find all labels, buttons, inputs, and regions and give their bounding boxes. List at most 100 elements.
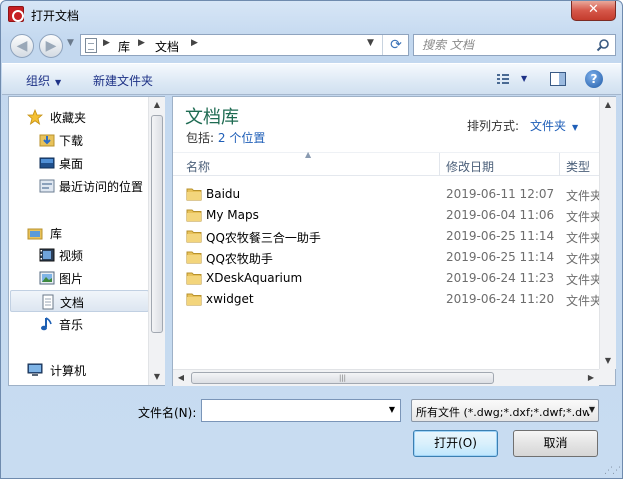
sidebar-item-label: 最近访问的位置 (59, 180, 144, 194)
scrollbar-corner (599, 369, 615, 385)
scroll-down-icon[interactable]: ▼ (149, 369, 165, 385)
scroll-left-icon[interactable]: ◀ (173, 370, 189, 386)
sidebar-item-label: 库 (50, 227, 63, 241)
file-row[interactable]: xwidget 2019-06-24 11:20 文件夹 (173, 289, 602, 310)
scroll-up-icon[interactable]: ▲ (149, 97, 165, 113)
navigation-pane: 收藏夹 下载 桌面 最近访问的位置 库 视频 图片 文档 音乐 计算机 ▲ ▼ (8, 96, 165, 386)
includes-locations-link[interactable]: 2 个位置 (218, 131, 265, 145)
column-divider[interactable] (439, 153, 440, 176)
sidebar-item-libraries[interactable]: 库 (9, 222, 148, 244)
file-name: My Maps (206, 208, 259, 222)
scrollbar-thumb[interactable]: ||| (191, 372, 494, 384)
view-options-dropdown[interactable]: ▼ (521, 74, 527, 83)
folder-icon (186, 188, 202, 201)
file-name: QQ农牧餐三合一助手 (206, 231, 321, 245)
sidebar-item-recent-places[interactable]: 最近访问的位置 (9, 175, 148, 197)
navigation-scrollbar[interactable]: ▲ ▼ (148, 97, 165, 385)
close-button[interactable]: ✕ (571, 1, 616, 21)
sidebar-item-label: 文档 (60, 296, 85, 310)
back-button[interactable]: ◀ (10, 34, 34, 58)
arrange-by-value: 文件夹 (530, 119, 567, 133)
scroll-right-icon[interactable]: ▶ (583, 370, 599, 386)
file-type: 文件夹 (566, 252, 603, 266)
video-icon (39, 248, 55, 262)
command-toolbar: 组织 ▼ 新建文件夹 ▼ ? (2, 63, 621, 95)
folder-icon (186, 272, 202, 285)
scroll-up-icon[interactable]: ▲ (600, 97, 616, 113)
file-date: 2019-06-24 11:20 (446, 292, 555, 306)
breadcrumb-separator[interactable]: ▶ (103, 38, 110, 48)
column-header-name[interactable]: 名称 (186, 158, 210, 175)
file-date: 2019-06-25 11:14 (446, 250, 555, 264)
sidebar-item-videos[interactable]: 视频 (9, 244, 148, 266)
documents-icon (42, 294, 54, 310)
file-name: Baidu (206, 187, 241, 201)
file-row[interactable]: Baidu 2019-06-11 12:07 文件夹 (173, 184, 602, 205)
scrollbar-thumb[interactable] (151, 115, 163, 333)
sidebar-item-label: 图片 (59, 272, 84, 286)
change-view-icon[interactable] (496, 72, 510, 86)
column-header-row: ▲ 名称 修改日期 类型 (173, 150, 599, 176)
sidebar-item-label: 桌面 (59, 157, 84, 171)
search-input[interactable] (422, 37, 592, 53)
file-row[interactable]: My Maps 2019-06-04 11:06 文件夹 (173, 205, 602, 226)
preview-pane-icon[interactable] (550, 72, 566, 86)
sidebar-item-documents[interactable]: 文档 (10, 290, 149, 312)
file-list-vertical-scrollbar[interactable]: ▲ ▼ (599, 97, 616, 369)
address-bar[interactable]: ▶ 库 ▶ 文档 ▶ ▼ ⟳ (80, 34, 409, 56)
sidebar-item-favorites[interactable]: 收藏夹 (9, 106, 148, 128)
scroll-down-icon[interactable]: ▼ (600, 353, 616, 369)
breadcrumb-library[interactable]: 库 (118, 38, 130, 55)
folder-icon (186, 293, 202, 306)
file-type-filter-select[interactable]: 所有文件 (*.dwg;*.dxf;*.dwf;*.dwt) ▼ (411, 399, 599, 422)
sidebar-item-label: 音乐 (59, 318, 84, 332)
search-icon[interactable] (596, 38, 610, 52)
breadcrumb-separator[interactable]: ▶ (138, 38, 145, 48)
filename-combobox[interactable]: ▼ (201, 399, 401, 422)
sidebar-item-downloads[interactable]: 下载 (9, 129, 148, 151)
cancel-button[interactable]: 取消 (513, 430, 598, 457)
open-button[interactable]: 打开(O) (413, 430, 498, 457)
file-type-filter-value: 所有文件 (*.dwg;*.dxf;*.dwf;*.dwt) (416, 406, 592, 419)
filename-input[interactable] (205, 402, 375, 419)
file-date: 2019-06-04 11:06 (446, 208, 555, 222)
address-history-dropdown[interactable]: ▼ (367, 38, 374, 48)
file-date: 2019-06-24 11:23 (446, 271, 555, 285)
chevron-down-icon: ▼ (572, 123, 579, 132)
computer-icon (27, 363, 43, 376)
organize-button[interactable]: 组织 ▼ (26, 72, 61, 89)
recent-pages-dropdown[interactable]: ▼ (67, 38, 74, 48)
organize-label: 组织 (26, 74, 51, 88)
sidebar-item-pictures[interactable]: 图片 (9, 267, 148, 289)
file-list-pane: 文档库 包括: 2 个位置 排列方式: 文件夹 ▼ ▲ 名称 修改日期 类型 Ba… (172, 96, 616, 386)
sidebar-item-label: 计算机 (50, 364, 87, 378)
column-header-date[interactable]: 修改日期 (446, 158, 494, 175)
arrange-by-dropdown[interactable]: 文件夹 ▼ (530, 117, 578, 134)
library-title: 文档库 (185, 107, 239, 128)
file-row[interactable]: QQ农牧助手 2019-06-25 11:14 文件夹 (173, 247, 603, 268)
breadcrumb-documents[interactable]: 文档 (155, 38, 179, 55)
file-date: 2019-06-11 12:07 (446, 187, 555, 201)
breadcrumb-separator[interactable]: ▶ (191, 38, 198, 48)
search-box[interactable] (413, 34, 616, 56)
sidebar-item-computer[interactable]: 计算机 (9, 359, 148, 381)
title-bar[interactable]: 打开文档 ✕ (1, 1, 622, 29)
help-icon[interactable]: ? (585, 70, 603, 88)
resize-grip-icon[interactable]: ⋰⋰ (604, 466, 621, 476)
refresh-button[interactable]: ⟳ (382, 35, 409, 55)
forward-button[interactable]: ▶ (39, 34, 63, 58)
sidebar-item-desktop[interactable]: 桌面 (9, 152, 148, 174)
includes-label: 包括: (186, 131, 215, 145)
new-folder-button[interactable]: 新建文件夹 (93, 72, 153, 89)
forward-arrow-icon: ▶ (45, 38, 57, 54)
file-row[interactable]: XDeskAquarium 2019-06-24 11:23 文件夹 (173, 268, 602, 289)
folder-icon (186, 230, 202, 243)
column-divider[interactable] (559, 153, 560, 176)
sidebar-item-music[interactable]: 音乐 (9, 313, 148, 335)
file-list-horizontal-scrollbar[interactable]: ◀ ||| ▶ (173, 369, 599, 386)
chevron-down-icon[interactable]: ▼ (389, 405, 395, 414)
filename-label: 文件名(N): (138, 406, 197, 420)
file-row[interactable]: QQ农牧餐三合一助手 2019-06-25 11:14 文件夹 (173, 226, 602, 247)
desktop-icon (39, 157, 55, 169)
column-header-type[interactable]: 类型 (566, 158, 590, 175)
